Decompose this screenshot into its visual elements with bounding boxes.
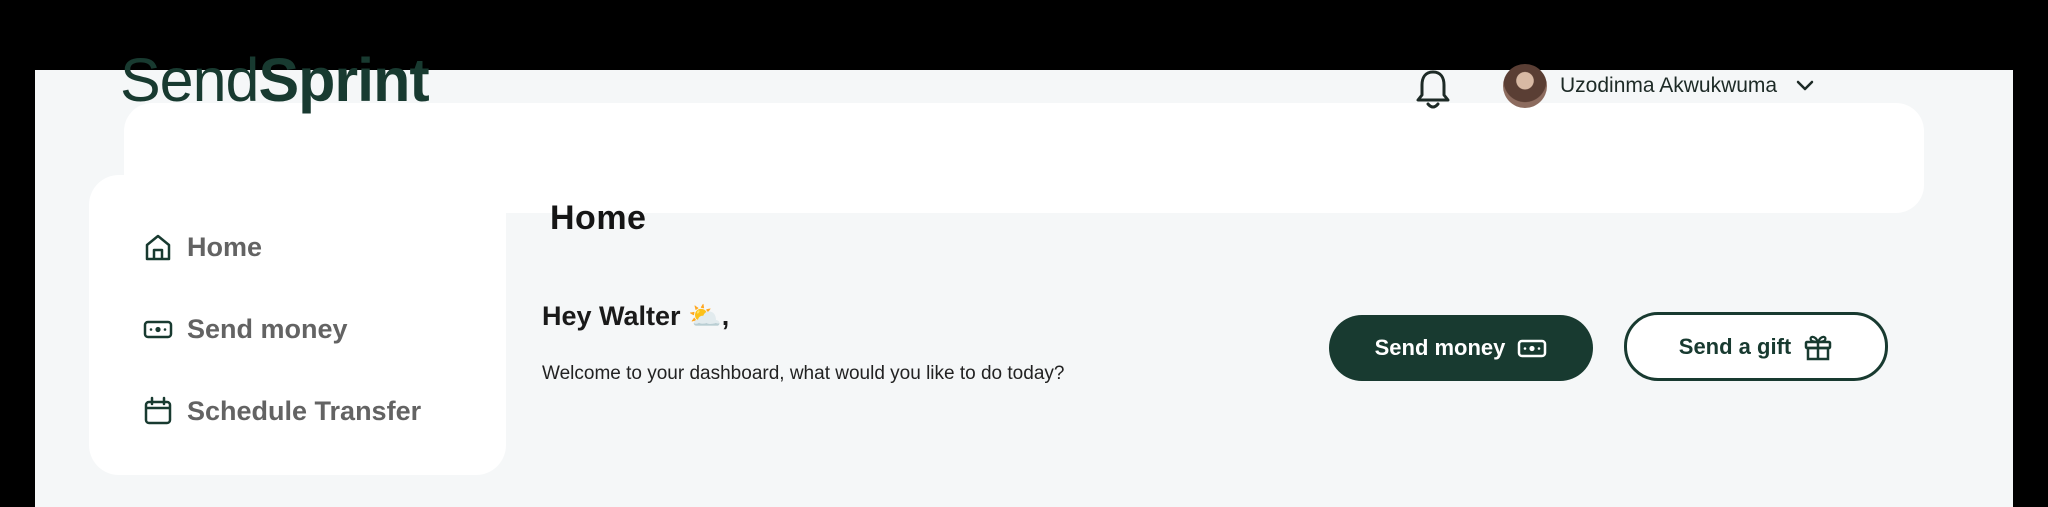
bell-icon[interactable]: [1413, 68, 1453, 112]
send-gift-button[interactable]: Send a gift: [1624, 312, 1888, 381]
send-money-button[interactable]: Send money: [1329, 315, 1593, 381]
sidebar-item-schedule-transfer[interactable]: Schedule Transfer: [143, 391, 421, 431]
home-icon: [145, 234, 171, 261]
page-title: Home: [550, 199, 647, 237]
sidebar-item-label: Home: [187, 231, 263, 262]
dashboard-subtitle: Welcome to your dashboard, what would yo…: [542, 363, 1065, 384]
sidebar: Home Send money Schedule Transfer: [89, 175, 506, 475]
gift-icon: [1804, 335, 1832, 360]
cash-icon: [143, 320, 173, 339]
sidebar-item-send-money[interactable]: Send money: [143, 309, 348, 349]
sidebar-item-label: Send money: [187, 313, 348, 344]
sidebar-item-home[interactable]: Home: [143, 227, 262, 267]
greeting: Hey Walter ⛅,: [542, 301, 730, 331]
sidebar-item-label: Schedule Transfer: [187, 395, 422, 426]
calendar-icon: [144, 396, 172, 425]
sendsprint-logo[interactable]: SendSprint: [120, 50, 430, 111]
sun-cloud-icon: ⛅: [688, 301, 722, 331]
device-frame: SendSprint Uzodinma Akwukwuma Home Send …: [0, 0, 2048, 507]
avatar: [1503, 64, 1547, 108]
chevron-down-icon[interactable]: [1793, 74, 1817, 98]
user-name: Uzodinma Akwukwuma: [1560, 74, 1778, 97]
cash-icon: [1518, 339, 1547, 358]
user-menu[interactable]: Uzodinma Akwukwuma: [1503, 62, 1817, 110]
